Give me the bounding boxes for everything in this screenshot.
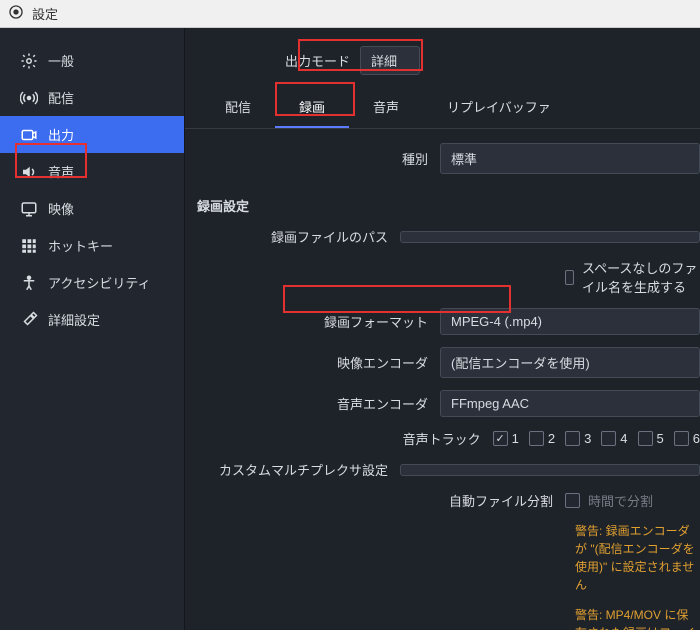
sidebar-item-label: 詳細設定 [48, 310, 100, 329]
gear-icon [20, 52, 38, 70]
sidebar-item-stream[interactable]: 配信 [0, 79, 184, 116]
mux-label: カスタムマルチプレクサ設定 [185, 460, 400, 479]
track-3-checkbox[interactable] [565, 431, 580, 446]
recording-format-label: 録画フォーマット [185, 312, 440, 331]
track-6-num: 6 [693, 431, 700, 446]
tab-recording[interactable]: 録画 [275, 87, 349, 128]
output-mode-label: 出力モード [285, 51, 350, 70]
type-label: 種別 [185, 149, 440, 168]
speaker-icon [20, 163, 38, 181]
track-1-checkbox[interactable] [493, 431, 508, 446]
track-1-num: 1 [512, 431, 519, 446]
sidebar-item-label: ホットキー [48, 236, 113, 255]
nospace-checkbox[interactable] [565, 270, 574, 285]
tabbar: 配信 録画 音声 リプレイバッファ [185, 81, 700, 129]
type-select[interactable]: 標準 [440, 143, 700, 174]
antenna-icon [20, 89, 38, 107]
track-2-num: 2 [548, 431, 555, 446]
output-icon [20, 126, 38, 144]
sidebar-item-label: 音声 [48, 162, 74, 181]
recording-format-value: MPEG-4 (.mp4) [451, 314, 542, 329]
autosplit-mode: 時間で分割 [588, 491, 653, 510]
sidebar-item-output[interactable]: 出力 [0, 116, 184, 153]
sidebar-item-accessibility[interactable]: アクセシビリティ [0, 264, 184, 301]
recording-section-header: 録画設定 [185, 180, 700, 221]
sidebar-item-video[interactable]: 映像 [0, 190, 184, 227]
monitor-icon [20, 200, 38, 218]
tools-icon [20, 311, 38, 329]
mux-input[interactable] [400, 464, 700, 476]
video-encoder-value: (配信エンコーダを使用) [451, 356, 590, 371]
audio-encoder-label: 音声エンコーダ [185, 394, 440, 413]
video-encoder-label: 映像エンコーダ [185, 353, 440, 372]
sidebar-item-label: 映像 [48, 199, 74, 218]
sidebar-item-advanced[interactable]: 詳細設定 [0, 301, 184, 338]
sidebar-item-label: 一般 [48, 51, 74, 70]
sidebar-item-label: 出力 [48, 125, 74, 144]
video-encoder-select[interactable]: (配信エンコーダを使用) [440, 347, 700, 378]
track-3-num: 3 [584, 431, 591, 446]
warning-2: 警告: MP4/MOV に保存された録画はファイルをファイナライズリーン、電源断… [185, 600, 700, 630]
sidebar-item-label: アクセシビリティ [48, 273, 151, 292]
audio-tracks-label: 音声トラック [185, 429, 493, 448]
type-value: 標準 [451, 152, 477, 167]
track-4-num: 4 [620, 431, 627, 446]
sidebar: 一般 配信 出力 音声 映像 ホットキー アクセシビリティ 詳細設定 [0, 28, 185, 630]
autosplit-label: 自動ファイル分割 [185, 491, 565, 510]
content-panel: 出力モード 詳細 配信 録画 音声 リプレイバッファ 種別 標準 録画設定 [185, 28, 700, 630]
recording-format-select[interactable]: MPEG-4 (.mp4) [440, 308, 700, 335]
audio-encoder-value: FFmpeg AAC [451, 396, 529, 411]
track-5-num: 5 [657, 431, 664, 446]
track-5-checkbox[interactable] [638, 431, 653, 446]
warning-1: 警告: 録画エンコーダが "(配信エンコーダを使用)" に設定されません [185, 516, 700, 600]
grid-icon [20, 237, 38, 255]
tab-stream[interactable]: 配信 [201, 87, 275, 128]
autosplit-checkbox[interactable] [565, 493, 580, 508]
track-2-checkbox[interactable] [529, 431, 544, 446]
sidebar-item-general[interactable]: 一般 [0, 42, 184, 79]
tab-audio[interactable]: 音声 [349, 87, 423, 128]
track-4-checkbox[interactable] [601, 431, 616, 446]
titlebar: 設定 [0, 0, 700, 28]
recording-path-input[interactable] [400, 231, 700, 243]
tab-replay-buffer[interactable]: リプレイバッファ [423, 87, 575, 128]
output-mode-value: 詳細 [371, 54, 397, 69]
accessibility-icon [20, 274, 38, 292]
audio-encoder-select[interactable]: FFmpeg AAC [440, 390, 700, 417]
recording-path-label: 録画ファイルのパス [185, 227, 400, 246]
sidebar-item-label: 配信 [48, 88, 74, 107]
app-icon [8, 4, 24, 23]
sidebar-item-audio[interactable]: 音声 [0, 153, 184, 190]
window-title: 設定 [32, 4, 58, 23]
sidebar-item-hotkeys[interactable]: ホットキー [0, 227, 184, 264]
track-6-checkbox[interactable] [674, 431, 689, 446]
output-mode-select[interactable]: 詳細 [360, 46, 420, 75]
nospace-label: スペースなしのファイル名を生成する [582, 258, 700, 296]
